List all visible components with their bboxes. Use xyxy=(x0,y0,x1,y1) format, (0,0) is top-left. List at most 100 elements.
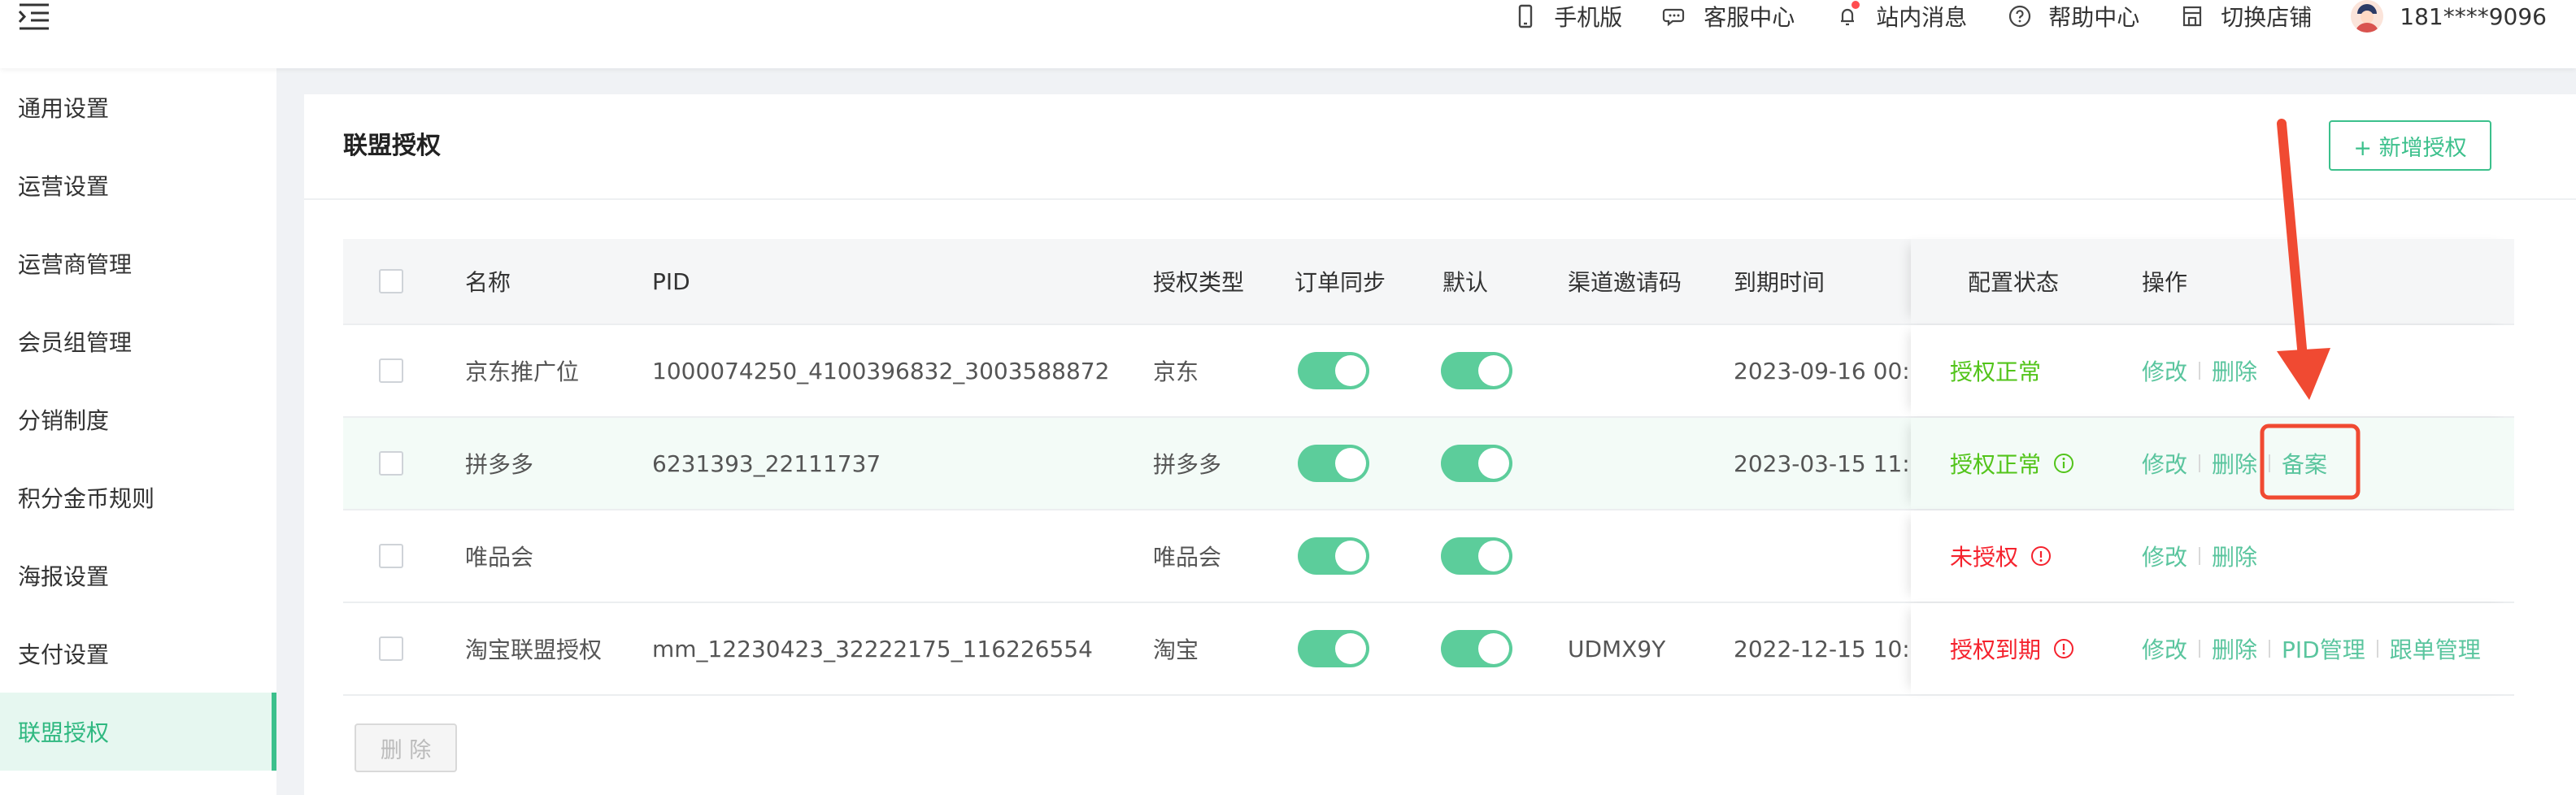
delete-link[interactable]: 删除 xyxy=(2212,632,2257,665)
cell-name: 唯品会 xyxy=(465,544,534,571)
cell-auth-type: 拼多多 xyxy=(1153,451,1222,478)
order-sync-toggle[interactable] xyxy=(1298,537,1369,575)
sidebar-item-label: 运营商管理 xyxy=(18,251,133,278)
status-text: 授权到期 xyxy=(1950,636,2042,663)
table-row: 淘宝联盟授权 mm_12230423_32222175_116226554 淘宝… xyxy=(343,603,2514,696)
edit-link[interactable]: 修改 xyxy=(2142,447,2187,480)
cell-auth-type: 京东 xyxy=(1153,358,1199,385)
card-header: 联盟授权 + 新增授权 xyxy=(304,94,2576,200)
cell-auth-type: 淘宝 xyxy=(1153,636,1199,663)
row-checkbox[interactable] xyxy=(379,358,403,383)
status-text: 授权正常 xyxy=(1950,358,2042,385)
mobile-version-link[interactable]: 手机版 xyxy=(1512,0,1622,33)
edit-link[interactable]: 修改 xyxy=(2142,540,2187,572)
fixed-columns: 授权到期 修改 删除 PID管理 跟单管理 xyxy=(1911,603,2514,694)
row-checkbox[interactable] xyxy=(379,636,403,661)
order-tracking-link[interactable]: 跟单管理 xyxy=(2390,632,2481,665)
sidebar-item-label: 会员组管理 xyxy=(18,329,133,356)
row-checkbox[interactable] xyxy=(379,451,403,476)
divider xyxy=(2199,640,2201,658)
cell-expire: 2023-03-15 11:1 xyxy=(1734,450,1925,477)
site-messages-link[interactable]: 站内消息 xyxy=(1834,0,1967,33)
user-menu[interactable]: 181****9096 xyxy=(2351,0,2547,33)
select-all-checkbox[interactable] xyxy=(379,269,403,293)
store-icon xyxy=(2178,2,2206,30)
header-name: 名称 xyxy=(465,269,511,296)
sidebar-item-payment-settings[interactable]: 支付设置 xyxy=(0,615,276,693)
delete-link[interactable]: 删除 xyxy=(2212,354,2257,387)
default-toggle[interactable] xyxy=(1441,352,1512,389)
warning-info-icon[interactable] xyxy=(2052,637,2075,660)
table-row: 唯品会 唯品会 未授权 修改 删除 xyxy=(343,510,2514,603)
menu-toggle-icon[interactable] xyxy=(16,0,52,33)
divider xyxy=(2199,454,2201,472)
row-checkbox[interactable] xyxy=(379,544,403,568)
order-sync-toggle[interactable] xyxy=(1298,352,1369,389)
header-auth-type: 授权类型 xyxy=(1153,269,1245,296)
row-actions: 修改 删除 PID管理 跟单管理 xyxy=(2142,632,2481,665)
header-expire: 到期时间 xyxy=(1734,269,1825,296)
fixed-columns: 配置状态 操作 xyxy=(1911,239,2514,324)
divider xyxy=(2269,454,2271,472)
delete-link[interactable]: 删除 xyxy=(2212,540,2257,572)
batch-delete-button[interactable]: 删 除 xyxy=(355,723,457,772)
default-toggle[interactable] xyxy=(1441,537,1512,575)
sidebar-item-label: 运营设置 xyxy=(18,173,110,200)
sidebar-item-label: 分销制度 xyxy=(18,407,110,434)
switch-store-link[interactable]: 切换店铺 xyxy=(2178,0,2312,33)
sidebar-item-operator-management[interactable]: 运营商管理 xyxy=(0,224,276,302)
help-center-label: 帮助中心 xyxy=(2048,4,2140,31)
cell-invite-code: UDMX9Y xyxy=(1568,635,1666,662)
edit-link[interactable]: 修改 xyxy=(2142,632,2187,665)
header-order-sync: 订单同步 xyxy=(1295,269,1386,296)
mobile-icon xyxy=(1512,2,1539,30)
mobile-version-label: 手机版 xyxy=(1554,4,1623,31)
cell-auth-type: 唯品会 xyxy=(1153,544,1222,571)
sidebar-item-operation-settings[interactable]: 运营设置 xyxy=(0,146,276,224)
sidebar-item-general-settings[interactable]: 通用设置 xyxy=(0,68,276,146)
warning-info-icon[interactable] xyxy=(2030,545,2052,567)
row-actions: 修改 删除 xyxy=(2142,354,2257,387)
sidebar-item-label: 海报设置 xyxy=(18,563,110,590)
edit-link[interactable]: 修改 xyxy=(2142,354,2187,387)
order-sync-toggle[interactable] xyxy=(1298,630,1369,667)
add-authorization-button[interactable]: + 新增授权 xyxy=(2329,120,2491,171)
sidebar-item-points-rules[interactable]: 积分金币规则 xyxy=(0,458,276,537)
status-badge: 未授权 xyxy=(1950,540,2052,572)
divider xyxy=(2269,640,2271,658)
help-center-link[interactable]: 帮助中心 xyxy=(2006,0,2139,33)
status-badge: 授权到期 xyxy=(1950,632,2075,665)
pid-management-link[interactable]: PID管理 xyxy=(2282,632,2365,665)
sidebar-item-poster-settings[interactable]: 海报设置 xyxy=(0,537,276,615)
fixed-columns: 授权正常 修改 删除 备案 xyxy=(1911,418,2514,509)
customer-service-link[interactable]: 客服中心 xyxy=(1661,0,1795,33)
table-header-row: 名称 PID 授权类型 订单同步 默认 渠道邀请码 到期时间 配置状态 操作 xyxy=(343,239,2514,325)
cell-name: 拼多多 xyxy=(465,451,534,478)
header-default: 默认 xyxy=(1442,269,1489,296)
default-toggle[interactable] xyxy=(1441,445,1512,482)
top-bar: 手机版 客服中心 站内消息 帮助中心 切换店铺 181****9096 xyxy=(0,0,2576,68)
delete-link[interactable]: 删除 xyxy=(2212,447,2257,480)
default-toggle[interactable] xyxy=(1441,630,1512,667)
status-text: 未授权 xyxy=(1950,544,2019,571)
cell-pid: 1000074250_4100396832_3003588872 xyxy=(652,357,1110,384)
sidebar-item-label: 通用设置 xyxy=(18,95,110,122)
info-icon[interactable] xyxy=(2052,452,2075,475)
sidebar-item-alliance-auth[interactable]: 联盟授权 xyxy=(0,693,276,771)
cell-name: 淘宝联盟授权 xyxy=(465,636,603,663)
sidebar-item-distribution[interactable]: 分销制度 xyxy=(0,380,276,458)
divider xyxy=(2376,640,2378,658)
divider xyxy=(2199,362,2201,380)
cell-pid: 6231393_22111737 xyxy=(652,450,881,477)
sidebar-item-label: 支付设置 xyxy=(18,641,110,668)
page-title: 联盟授权 xyxy=(343,132,441,160)
bell-icon xyxy=(1834,1,1861,30)
site-messages-label: 站内消息 xyxy=(1876,4,1968,31)
cell-name: 京东推广位 xyxy=(465,358,580,385)
order-sync-toggle[interactable] xyxy=(1298,445,1369,482)
authorization-table: 名称 PID 授权类型 订单同步 默认 渠道邀请码 到期时间 配置状态 操作 京… xyxy=(343,239,2514,696)
row-actions: 修改 删除 xyxy=(2142,540,2257,572)
sidebar-item-member-group[interactable]: 会员组管理 xyxy=(0,302,276,380)
status-text: 授权正常 xyxy=(1950,451,2042,478)
filing-link[interactable]: 备案 xyxy=(2282,447,2327,480)
